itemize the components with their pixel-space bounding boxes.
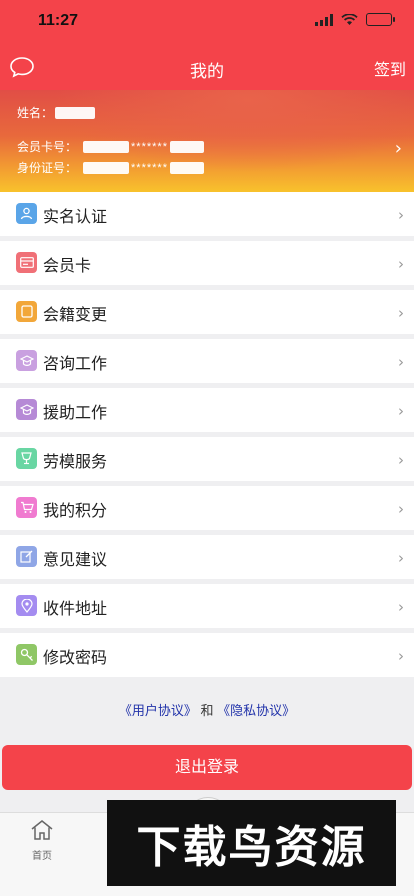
chevron-right-icon: › xyxy=(398,255,404,273)
chevron-right-icon: › xyxy=(398,500,404,518)
menu-item-member-card[interactable]: 会员卡 › xyxy=(0,241,414,285)
tab-home-label: 首页 xyxy=(32,851,52,862)
menu-item-address[interactable]: 收件地址 › xyxy=(0,584,414,628)
chevron-right-icon: › xyxy=(398,402,404,420)
card-masked-start xyxy=(83,140,130,153)
chevron-right-icon: › xyxy=(398,598,404,616)
status-icons xyxy=(315,13,395,26)
menu-label: 援助工作 xyxy=(43,405,108,422)
member-card-icon xyxy=(16,252,37,273)
card-masked-end xyxy=(169,140,204,153)
menu-label: 会籍变更 xyxy=(43,307,108,324)
menu-item-membership-change[interactable]: 会籍变更 › xyxy=(0,290,414,334)
watermark-overlay: 下载鸟资源 xyxy=(107,800,396,886)
card-row: 会员卡号： ******* xyxy=(17,138,204,155)
menu-label: 会员卡 xyxy=(43,258,92,275)
card-label: 会员卡号： xyxy=(17,140,78,154)
id-label: 身份证号： xyxy=(17,161,78,175)
menu-item-real-name[interactable]: 实名认证 › xyxy=(0,192,414,236)
agreement-line: 《用户协议》 和 《隐私协议》 xyxy=(0,700,414,719)
checkin-button[interactable]: 签到 xyxy=(374,56,406,80)
menu-item-consult[interactable]: 咨询工作 › xyxy=(0,339,414,383)
wifi-icon xyxy=(341,13,358,25)
menu-label: 意见建议 xyxy=(43,552,108,569)
name-label: 姓名： xyxy=(17,106,54,120)
menu-label: 劳模服务 xyxy=(43,454,108,471)
battery-icon xyxy=(366,13,395,26)
chevron-right-icon: › xyxy=(398,549,404,567)
id-row: 身份证号： ******* xyxy=(17,159,204,176)
feedback-icon xyxy=(16,546,37,567)
aid-icon xyxy=(16,399,37,420)
chevron-right-icon: › xyxy=(398,451,404,469)
user-agreement-link[interactable]: 《用户协议》 xyxy=(119,703,197,718)
menu-item-feedback[interactable]: 意见建议 › xyxy=(0,535,414,579)
chevron-right-icon: › xyxy=(398,206,404,224)
tab-home[interactable]: 首页 xyxy=(20,819,64,862)
menu-label: 我的积分 xyxy=(43,503,108,520)
page-title: 我的 xyxy=(190,62,224,82)
card-stars: ******* xyxy=(131,140,168,153)
menu-item-model-worker[interactable]: 劳模服务 › xyxy=(0,437,414,481)
profile-card[interactable]: 姓名： 会员卡号： ******* 身份证号： ******* › xyxy=(0,90,414,192)
id-stars: ******* xyxy=(131,161,168,174)
name-row: 姓名： xyxy=(17,104,96,121)
chevron-right-icon: › xyxy=(398,353,404,371)
trophy-icon xyxy=(16,448,37,469)
menu-label: 咨询工作 xyxy=(43,356,108,373)
home-icon xyxy=(31,820,53,840)
nav-bar: 我的 签到 xyxy=(0,44,414,90)
menu-item-aid[interactable]: 援助工作 › xyxy=(0,388,414,432)
menu-item-password[interactable]: 修改密码 › xyxy=(0,633,414,677)
menu-label: 收件地址 xyxy=(43,601,108,618)
id-masked-start xyxy=(83,161,130,174)
signal-icon xyxy=(315,13,333,26)
chevron-right-icon: › xyxy=(398,647,404,665)
membership-change-icon xyxy=(16,301,37,322)
consult-icon xyxy=(16,350,37,371)
user-verify-icon xyxy=(16,203,37,224)
menu-label: 修改密码 xyxy=(43,650,108,667)
logout-button[interactable]: 退出登录 xyxy=(2,745,412,790)
menu-item-points[interactable]: 我的积分 › xyxy=(0,486,414,530)
agreement-and: 和 xyxy=(200,703,214,718)
chevron-right-icon: › xyxy=(398,304,404,322)
privacy-agreement-link[interactable]: 《隐私协议》 xyxy=(217,703,295,718)
menu-label: 实名认证 xyxy=(43,209,108,226)
name-masked xyxy=(55,106,96,119)
id-masked-end xyxy=(169,161,204,174)
key-icon xyxy=(16,644,37,665)
location-icon xyxy=(16,595,37,616)
cart-icon xyxy=(16,497,37,518)
status-bar: 11:27 xyxy=(0,0,414,44)
chevron-right-icon: › xyxy=(394,138,402,159)
status-time: 11:27 xyxy=(38,12,79,29)
